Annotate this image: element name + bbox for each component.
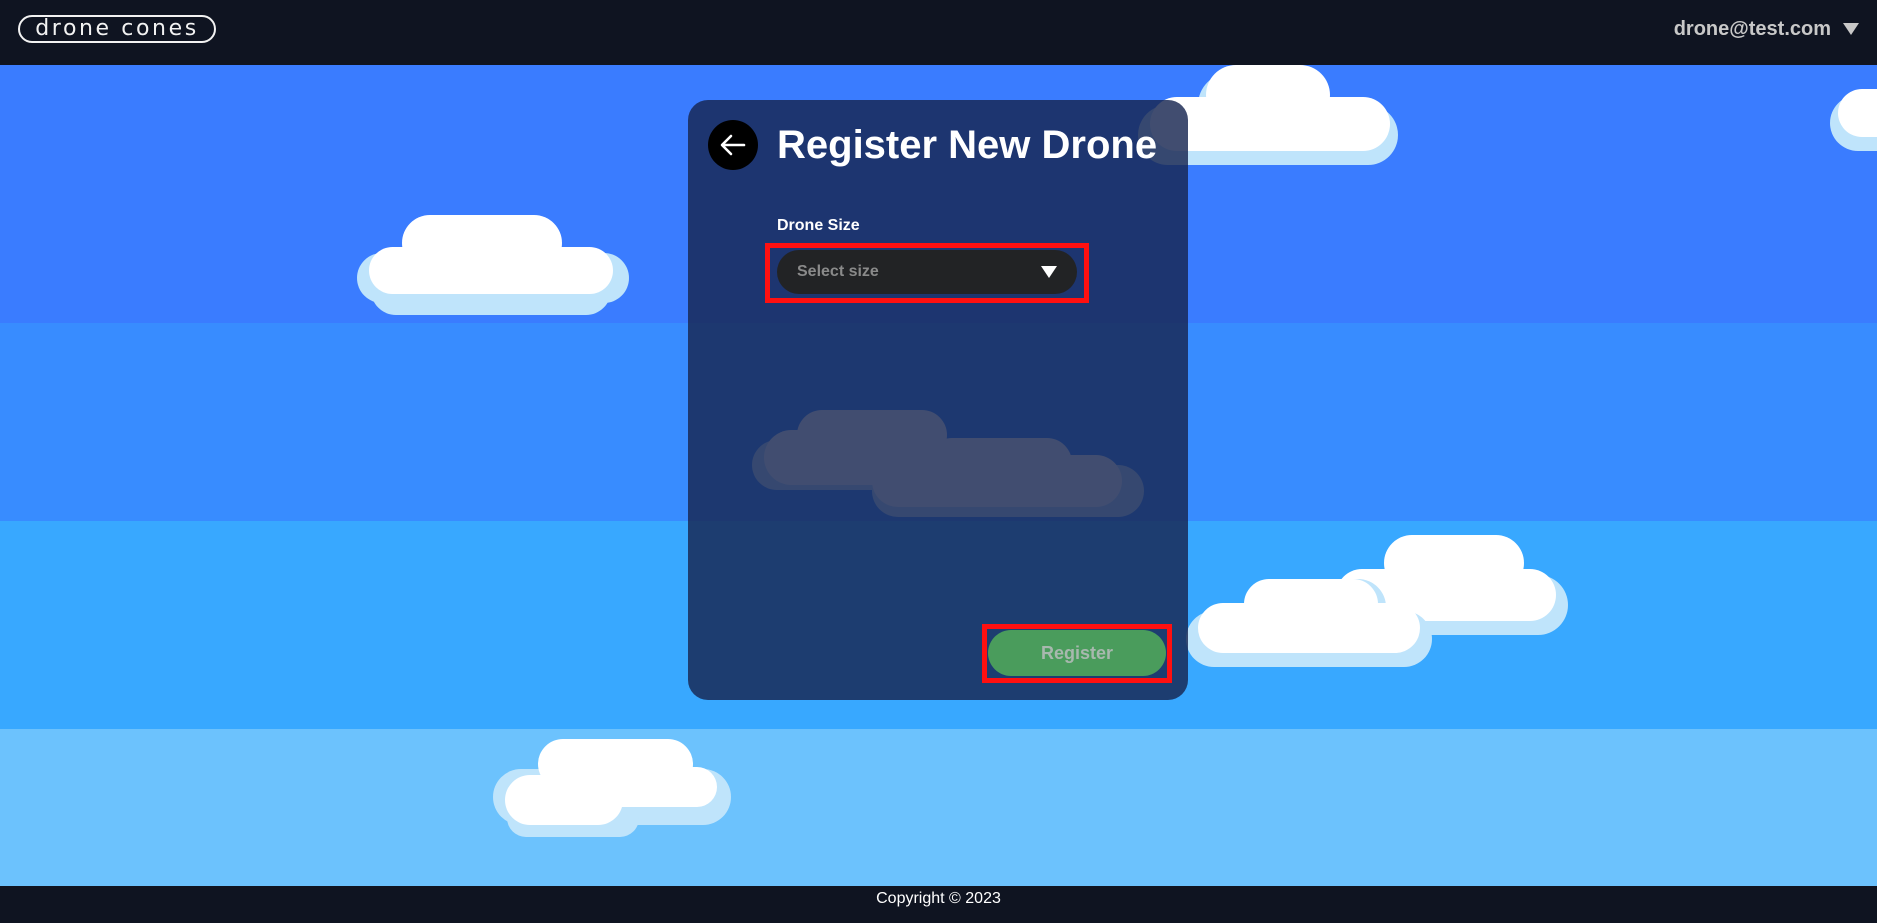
register-button[interactable]: Register	[988, 630, 1166, 676]
arrow-left-icon[interactable]	[720, 134, 746, 156]
register-drone-card: Register New Drone Drone Size Select siz…	[688, 100, 1188, 700]
top-nav: drone cones drone@test.com	[0, 0, 1877, 65]
logo[interactable]: drone cones	[18, 15, 216, 43]
copyright-text: Copyright © 2023	[876, 890, 1001, 907]
back-button[interactable]	[708, 120, 758, 170]
chevron-down-icon[interactable]	[1843, 23, 1859, 35]
drone-size-label: Drone Size	[777, 217, 860, 234]
footer: Copyright © 2023	[0, 886, 1877, 923]
sky-band	[0, 729, 1877, 886]
user-menu[interactable]: drone@test.com	[1674, 15, 1859, 43]
user-email[interactable]: drone@test.com	[1674, 18, 1831, 41]
drone-size-select[interactable]: Select size	[777, 250, 1077, 294]
page-title: Register New Drone	[777, 123, 1158, 167]
drone-size-select-value[interactable]: Select size	[797, 263, 879, 281]
caret-down-icon[interactable]	[1041, 266, 1057, 278]
